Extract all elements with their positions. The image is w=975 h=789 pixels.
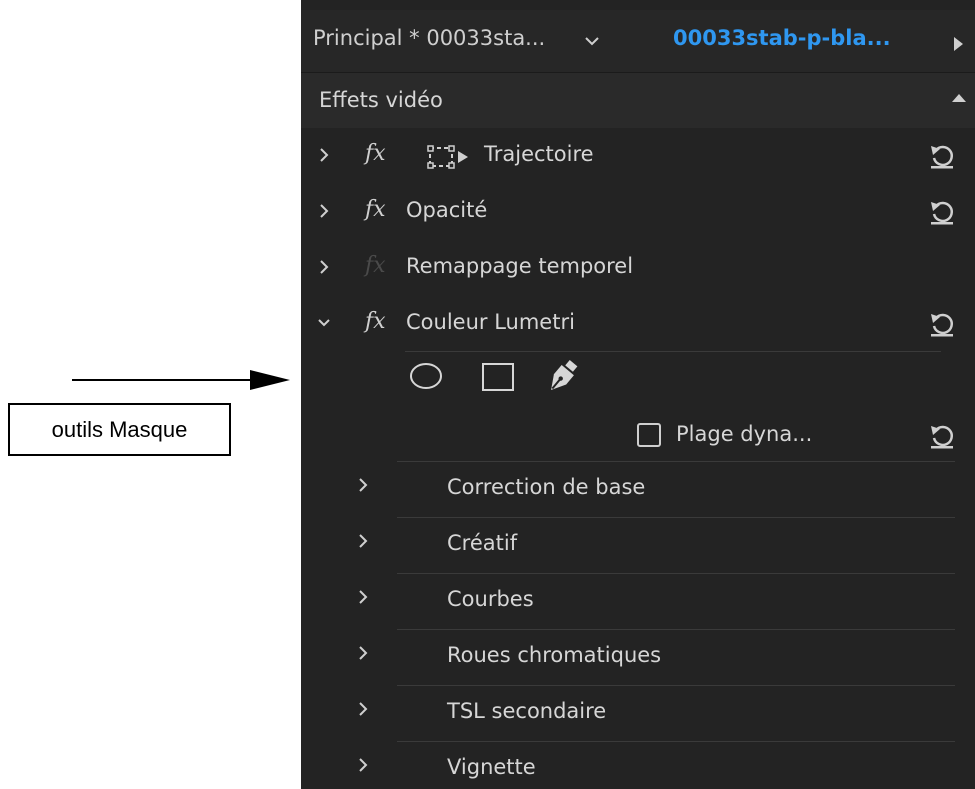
chevron-right-icon[interactable]: [356, 756, 370, 774]
annotation-arrow-line: [72, 379, 252, 381]
reset-icon[interactable]: [929, 310, 955, 338]
effect-label: Remappage temporel: [406, 254, 634, 278]
video-effects-header[interactable]: Effets vidéo: [301, 73, 975, 128]
chevron-right-icon[interactable]: [356, 588, 370, 606]
chevron-down-icon[interactable]: [583, 32, 601, 50]
scroll-up-icon[interactable]: [952, 94, 966, 102]
hdr-checkbox[interactable]: [637, 423, 661, 447]
subsection-tsl-secondaire[interactable]: TSL secondaire: [301, 686, 975, 742]
hdr-label: Plage dyna...: [676, 422, 813, 446]
subsection-label: Correction de base: [447, 475, 646, 499]
subsection-label: Roues chromatiques: [447, 643, 662, 667]
subsection-creatif[interactable]: Créatif: [301, 518, 975, 574]
pen-mask-icon[interactable]: [542, 358, 582, 396]
subsection-correction-de-base[interactable]: Correction de base: [301, 462, 975, 518]
tab-clip[interactable]: 00033stab-p-bla...: [673, 26, 891, 50]
fx-toggle-icon[interactable]: fx: [365, 309, 386, 334]
subsection-label: Courbes: [447, 587, 534, 611]
effect-row-opacite[interactable]: fx Opacité: [301, 184, 975, 240]
effect-controls-panel: Principal * 00033sta... 00033stab-p-bla.…: [301, 0, 975, 789]
effect-label: Opacité: [406, 198, 488, 222]
transform-box-icon[interactable]: [427, 144, 471, 170]
mask-tools-row: [301, 352, 975, 408]
reset-icon[interactable]: [929, 422, 955, 450]
subsection-label: Créatif: [447, 531, 518, 555]
reset-icon[interactable]: [929, 142, 955, 170]
annotation-callout: outils Masque: [8, 403, 231, 456]
subsection-courbes[interactable]: Courbes: [301, 574, 975, 630]
fx-toggle-icon[interactable]: fx: [365, 141, 386, 166]
subsection-label: TSL secondaire: [447, 699, 607, 723]
play-triangle-icon[interactable]: [954, 37, 963, 51]
chevron-down-icon[interactable]: [317, 314, 331, 332]
chevron-right-icon[interactable]: [356, 644, 370, 662]
chevron-right-icon[interactable]: [317, 258, 331, 276]
hdr-range-row: Plage dyna...: [301, 410, 975, 462]
effect-label: Couleur Lumetri: [406, 310, 575, 334]
chevron-right-icon[interactable]: [356, 476, 370, 494]
fx-toggle-icon[interactable]: fx: [365, 197, 386, 222]
annotation-arrow-head: [250, 370, 290, 390]
section-title: Effets vidéo: [319, 88, 443, 112]
chevron-right-icon[interactable]: [317, 146, 331, 164]
chevron-right-icon[interactable]: [356, 532, 370, 550]
effect-label: Trajectoire: [484, 142, 594, 166]
chevron-right-icon[interactable]: [356, 700, 370, 718]
ellipse-mask-icon[interactable]: [409, 362, 443, 390]
effect-row-trajectoire[interactable]: fx Trajectoire: [301, 128, 975, 184]
chevron-right-icon[interactable]: [317, 202, 331, 220]
subsection-vignette[interactable]: Vignette: [301, 742, 975, 789]
subsection-label: Vignette: [447, 755, 536, 779]
effect-row-remappage-temporel[interactable]: fx Remappage temporel: [301, 240, 975, 296]
rectangle-mask-icon[interactable]: [481, 362, 515, 392]
annotation-label: outils Masque: [51, 416, 188, 442]
reset-icon[interactable]: [929, 198, 955, 226]
subsection-roues-chromatiques[interactable]: Roues chromatiques: [301, 630, 975, 686]
tab-master-clip[interactable]: Principal * 00033sta...: [313, 26, 545, 50]
effect-row-couleur-lumetri[interactable]: fx Couleur Lumetri: [301, 296, 975, 352]
tab-bar: Principal * 00033sta... 00033stab-p-bla.…: [301, 10, 975, 72]
fx-toggle-icon[interactable]: fx: [365, 253, 386, 278]
